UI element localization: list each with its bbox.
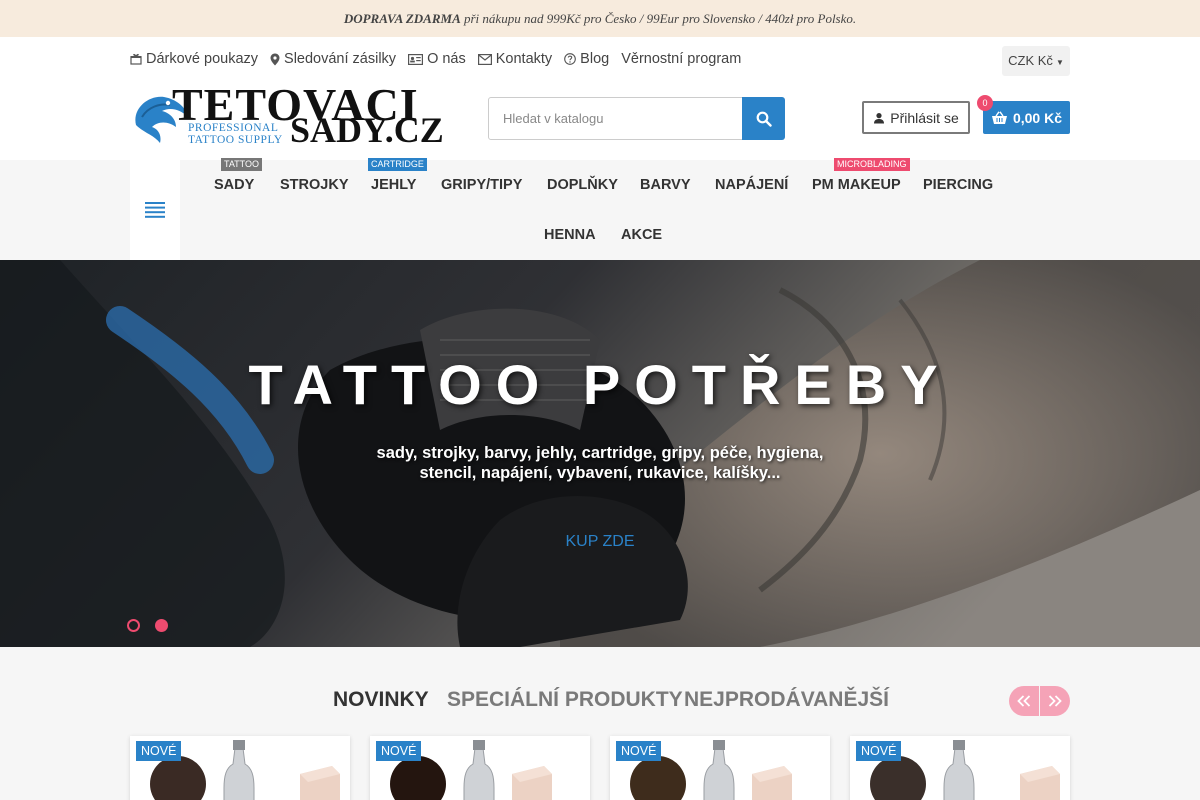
nav-badge-cartridge: CARTRIDGE [368, 158, 427, 171]
logo-tagline-1: PROFESSIONAL [188, 122, 279, 134]
hero-cta-link[interactable]: KUP ZDE [530, 533, 670, 551]
login-label: Přihlásit se [890, 109, 959, 126]
nav-label-strojky: STROJKY [280, 177, 349, 193]
currency-label: CZK Kč [1008, 53, 1053, 68]
nav-label-napajeni: NAPÁJENÍ [715, 177, 789, 193]
nav-item-pm-makeup[interactable]: PM MAKEUP [812, 177, 901, 193]
product-card[interactable]: NOVÉ [610, 736, 830, 800]
nav-item-piercing[interactable]: PIERCING [923, 177, 993, 193]
product-card[interactable]: NOVÉ [850, 736, 1070, 800]
cart-total: 0,00 Kč [1012, 109, 1063, 126]
basket-icon [991, 110, 1007, 124]
tab-nejprodavanejsi[interactable]: NEJPRODÁVANĚJŠÍ [684, 688, 889, 712]
logo-text-bottom: SADY.CZ [290, 110, 444, 150]
new-badge: NOVÉ [856, 741, 902, 761]
nav-label-barvy: BARVY [640, 177, 691, 193]
nav-item-sady[interactable]: SADY [214, 177, 254, 193]
blog-label: Blog [580, 51, 610, 67]
nav-item-napajeni[interactable]: NAPÁJENÍ [715, 177, 788, 193]
user-icon [874, 112, 885, 123]
nav-label-henna: HENNA [544, 227, 596, 243]
products-section: NOVINKY SPECIÁLNÍ PRODUKTY NEJPRODÁVANĚJ… [0, 647, 1200, 800]
nav-label-piercing: PIERCING [923, 177, 994, 193]
slider-dot-2[interactable] [155, 619, 168, 632]
contacts-link[interactable]: Kontakty [477, 51, 553, 67]
nav-item-jehly[interactable]: JEHLY [371, 177, 416, 193]
carousel-next-button[interactable] [1040, 686, 1070, 716]
cart-count-badge: 0 [977, 95, 993, 111]
tab-specialni-produkty[interactable]: SPECIÁLNÍ PRODUKTY [447, 688, 683, 712]
menu-toggle[interactable] [130, 160, 180, 260]
double-chevron-left-icon [1017, 695, 1031, 707]
nav-badge-tattoo: TATTOO [221, 158, 262, 171]
question-icon [564, 53, 577, 65]
product-card[interactable]: NOVÉ [130, 736, 350, 800]
double-chevron-right-icon [1048, 695, 1062, 707]
search-button[interactable] [742, 97, 785, 140]
new-badge: NOVÉ [136, 741, 182, 761]
nav-item-doplnky[interactable]: DOPLŇKY [547, 177, 618, 193]
login-button[interactable]: Přihlásit se [862, 101, 970, 134]
shipment-tracking-label: Sledování zásilky [284, 51, 397, 67]
nav-label-doplnky: DOPLŇKY [547, 177, 618, 193]
contacts-label: Kontakty [495, 51, 553, 67]
loyalty-program-label: Věrnostní program [621, 51, 742, 67]
tab-novinky[interactable]: NOVINKY [333, 688, 429, 712]
menu-lines-icon [145, 202, 165, 218]
shipment-tracking-link[interactable]: Sledování zásilky [270, 51, 396, 67]
nav-item-akce[interactable]: AKCE [621, 227, 662, 243]
header: Dárkové poukazy Sledování zásilky O nás … [0, 37, 1200, 160]
nav-item-henna[interactable]: HENNA [544, 227, 596, 243]
carousel-arrows [1009, 686, 1070, 716]
about-us-label: O nás [427, 51, 466, 67]
slider-dot-1[interactable] [127, 619, 140, 632]
nav-label-akce: AKCE [621, 227, 663, 243]
nav-badge-microblading: MICROBLADING [834, 158, 910, 171]
location-pin-icon [270, 53, 280, 65]
loyalty-program-link[interactable]: Věrnostní program [621, 51, 741, 67]
gift-vouchers-label: Dárkové poukazy [146, 51, 259, 67]
id-card-icon [408, 53, 424, 65]
envelope-icon [477, 53, 492, 65]
search-icon [756, 111, 772, 127]
new-badge: NOVÉ [376, 741, 422, 761]
currency-selector[interactable]: CZK Kč ▼ [1002, 46, 1070, 76]
caret-down-icon: ▼ [1055, 58, 1064, 67]
free-shipping-label: DOPRAVA ZDARMA [343, 11, 461, 26]
nav-item-gripy-tipy[interactable]: GRIPY/TIPY [441, 177, 522, 193]
free-shipping-text: při nákupu nad 999Kč pro Česko / 99Eur p… [460, 11, 857, 26]
main-navigation: SADY TATTOO STROJKY JEHLY CARTRIDGE GRIP… [0, 158, 1200, 260]
top-links: Dárkové poukazy Sledování zásilky O nás … [130, 51, 741, 67]
hero-title: TATTOO POTŘEBY [248, 353, 952, 416]
search-form [488, 97, 785, 140]
nav-item-barvy[interactable]: BARVY [640, 177, 691, 193]
about-us-link[interactable]: O nás [408, 51, 466, 67]
gift-card-icon [130, 53, 142, 65]
hero-slider[interactable]: TATTOO POTŘEBY sady, strojky, barvy, jeh… [0, 260, 1200, 647]
carousel-prev-button[interactable] [1009, 686, 1039, 716]
nav-label-gripy-tipy: GRIPY/TIPY [441, 177, 523, 193]
nav-label-pm-makeup: PM MAKEUP [812, 177, 901, 193]
logo[interactable]: TETOVACI PROFESSIONAL TATTOO SUPPLY SADY… [130, 82, 444, 149]
new-badge: NOVÉ [616, 741, 662, 761]
hero-subtitle: sady, strojky, barvy, jehly, cartridge, … [376, 444, 824, 482]
product-card[interactable]: NOVÉ [370, 736, 590, 800]
blog-link[interactable]: Blog [564, 51, 609, 67]
nav-label-sady: SADY [214, 177, 255, 193]
nav-label-jehly: JEHLY [371, 177, 417, 193]
cart-button[interactable]: 0 0,00 Kč [977, 95, 1070, 134]
nav-item-strojky[interactable]: STROJKY [280, 177, 349, 193]
free-shipping-banner: DOPRAVA ZDARMA při nákupu nad 999Kč pro … [0, 0, 1200, 37]
search-input[interactable] [488, 97, 743, 140]
logo-tagline-2: TATTOO SUPPLY [188, 134, 283, 146]
gift-vouchers-link[interactable]: Dárkové poukazy [130, 51, 258, 67]
